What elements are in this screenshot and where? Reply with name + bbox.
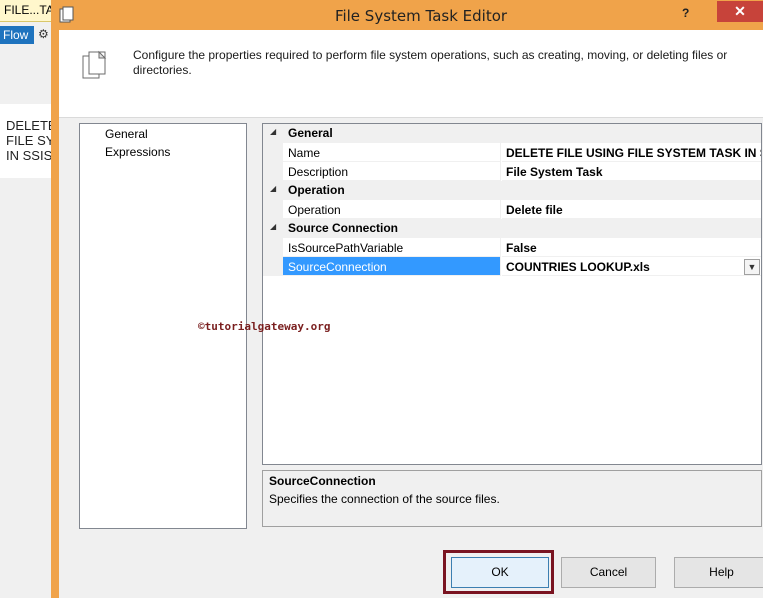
toolbox-icon: ⚙: [38, 27, 49, 41]
nav-item-expressions[interactable]: Expressions: [105, 145, 170, 159]
help-button[interactable]: Help: [674, 557, 763, 588]
row-gutter: [263, 257, 283, 276]
dialog-header: Configure the properties required to per…: [59, 30, 763, 118]
annotation-line: DELETE: [6, 118, 52, 133]
row-gutter: [263, 143, 283, 162]
property-value[interactable]: COUNTRIES LOOKUP.xls: [502, 257, 761, 276]
property-name: Name: [283, 143, 501, 162]
category-label: Source Connection: [288, 221, 399, 235]
dialog-client-area: Configure the properties required to per…: [59, 30, 763, 598]
help-title-button[interactable]: ?: [682, 6, 689, 20]
documents-icon: [82, 50, 107, 79]
background-app: FILE...TA Flow ⚙ DELETE FILE SY IN SSIS: [0, 0, 52, 598]
annotation-line: FILE SY: [6, 133, 52, 148]
category-label: Operation: [288, 183, 345, 197]
property-row-is-source-path-variable[interactable]: IsSourcePathVariable False: [263, 238, 761, 257]
property-row-operation[interactable]: Operation Delete file: [263, 200, 761, 219]
nav-item-general[interactable]: General: [105, 127, 148, 141]
collapse-icon[interactable]: ◢: [270, 184, 276, 193]
background-annotation: DELETE FILE SY IN SSIS: [0, 104, 52, 178]
property-value[interactable]: Delete file: [502, 200, 761, 219]
row-gutter: [263, 238, 283, 257]
property-description-panel: SourceConnection Specifies the connectio…: [262, 470, 762, 527]
background-tab[interactable]: FILE...TA: [0, 0, 52, 22]
property-row-source-connection[interactable]: SourceConnection COUNTRIES LOOKUP.xls ▼: [263, 257, 761, 276]
close-button[interactable]: ✕: [717, 1, 763, 22]
property-name: IsSourcePathVariable: [283, 238, 501, 257]
annotation-line: IN SSIS: [6, 148, 52, 163]
category-operation[interactable]: ◢ Operation: [263, 181, 761, 200]
watermark: ©tutorialgateway.org: [198, 320, 331, 333]
property-name: Description: [283, 162, 501, 181]
control-flow-tab[interactable]: Flow: [0, 26, 34, 44]
ok-button[interactable]: OK: [451, 557, 549, 588]
property-value[interactable]: File System Task: [502, 162, 761, 181]
category-label: General: [288, 126, 333, 140]
window-title: File System Task Editor: [334, 7, 508, 25]
chevron-down-icon[interactable]: ▼: [744, 259, 760, 275]
cancel-button[interactable]: Cancel: [561, 557, 656, 588]
row-gutter: [263, 162, 283, 181]
property-value[interactable]: False: [502, 238, 761, 257]
category-source-connection[interactable]: ◢ Source Connection: [263, 219, 761, 238]
row-gutter: [263, 200, 283, 219]
property-row-name[interactable]: Name DELETE FILE USING FILE SYSTEM TASK …: [263, 143, 761, 162]
property-value[interactable]: DELETE FILE USING FILE SYSTEM TASK IN SS…: [502, 143, 761, 162]
property-row-description[interactable]: Description File System Task: [263, 162, 761, 181]
title-bar[interactable]: File System Task Editor ? ✕: [51, 0, 763, 30]
category-general[interactable]: ◢ General: [263, 124, 761, 143]
collapse-icon[interactable]: ◢: [270, 222, 276, 231]
collapse-icon[interactable]: ◢: [270, 127, 276, 136]
property-name: SourceConnection: [283, 257, 501, 276]
file-system-task-editor-window: File System Task Editor ? ✕ Configure th…: [51, 0, 763, 598]
description-text: Specifies the connection of the source f…: [269, 492, 500, 506]
description-title: SourceConnection: [269, 474, 376, 488]
property-name: Operation: [283, 200, 501, 219]
dialog-description: Configure the properties required to per…: [133, 48, 728, 77]
property-grid: ◢ General Name DELETE FILE USING FILE SY…: [262, 123, 762, 465]
